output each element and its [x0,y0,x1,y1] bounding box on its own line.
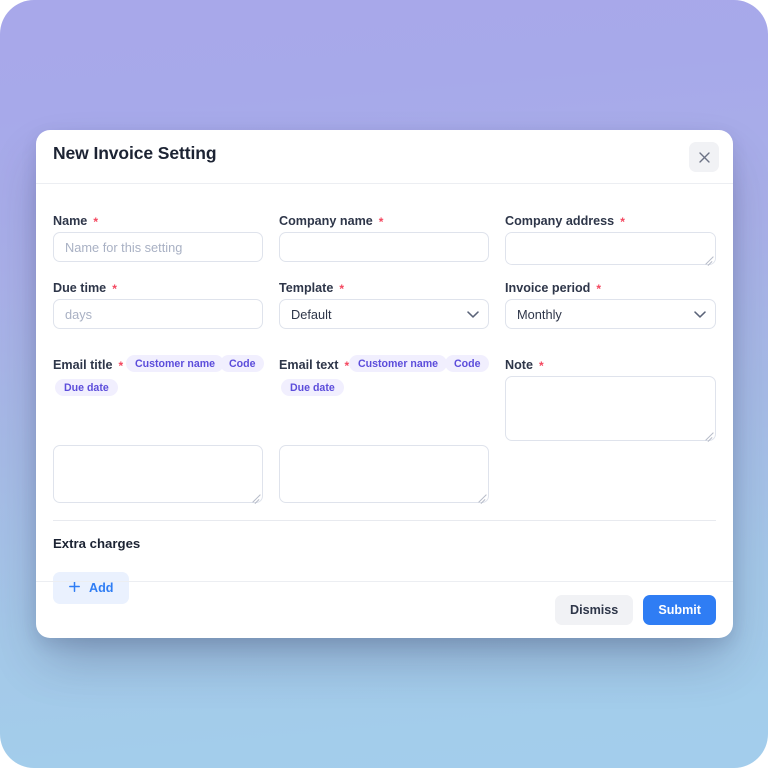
email-title-chip-customer-name[interactable]: Customer name [126,355,225,372]
note-textarea[interactable] [505,376,716,441]
email-title-chip-due-date[interactable]: Due date [55,379,118,396]
required-marker: * [339,282,345,296]
extra-charges-title: Extra charges [53,536,141,551]
dialog-title: New Invoice Setting [53,143,217,163]
extra-charges-divider [53,520,716,521]
required-marker: * [112,282,117,296]
due-time-label: Due time * [53,281,117,296]
invoice-period-label: Invoice period * [505,281,602,296]
page-background: New Invoice Setting Name * Company name … [0,0,768,768]
chevron-down-icon [694,307,706,322]
company-address-textarea[interactable] [505,232,716,265]
email-text-chip-due-date[interactable]: Due date [281,379,344,396]
dialog-header: New Invoice Setting [36,130,733,184]
required-marker: * [378,215,384,229]
template-select[interactable]: Default [279,299,489,329]
email-text-chip-code[interactable]: Code [445,355,490,372]
name-label: Name * [53,214,98,229]
company-name-label: Company name * [279,214,384,229]
template-selected-value: Default [291,306,332,322]
invoice-period-selected-value: Monthly [517,306,562,322]
note-label: Note * [505,358,544,373]
due-time-input[interactable] [53,299,263,329]
company-name-input[interactable] [279,232,489,262]
close-icon [698,151,710,163]
chevron-down-icon [467,307,479,322]
required-marker: * [539,359,544,373]
email-title-chip-code[interactable]: Code [220,355,265,372]
email-title-label: Email title * [53,358,124,373]
company-address-label: Company address * [505,214,625,229]
required-marker: * [620,215,625,229]
template-label: Template * [279,281,345,296]
email-text-chip-customer-name[interactable]: Customer name [349,355,448,372]
required-marker: * [596,282,602,296]
submit-button[interactable]: Submit [643,595,716,625]
required-marker: * [93,215,98,229]
email-text-label: Email text * [279,358,350,373]
name-input[interactable] [53,232,263,262]
close-dialog-button[interactable] [689,142,719,172]
email-title-textarea[interactable] [53,445,263,503]
dismiss-button[interactable]: Dismiss [555,595,634,625]
email-text-textarea[interactable] [279,445,489,503]
dialog-body: Name * Company name * Company address * … [36,184,733,604]
required-marker: * [118,359,124,373]
new-invoice-setting-dialog: New Invoice Setting Name * Company name … [36,130,733,638]
dialog-footer: Dismiss Submit [36,581,733,638]
invoice-period-select[interactable]: Monthly [505,299,716,329]
